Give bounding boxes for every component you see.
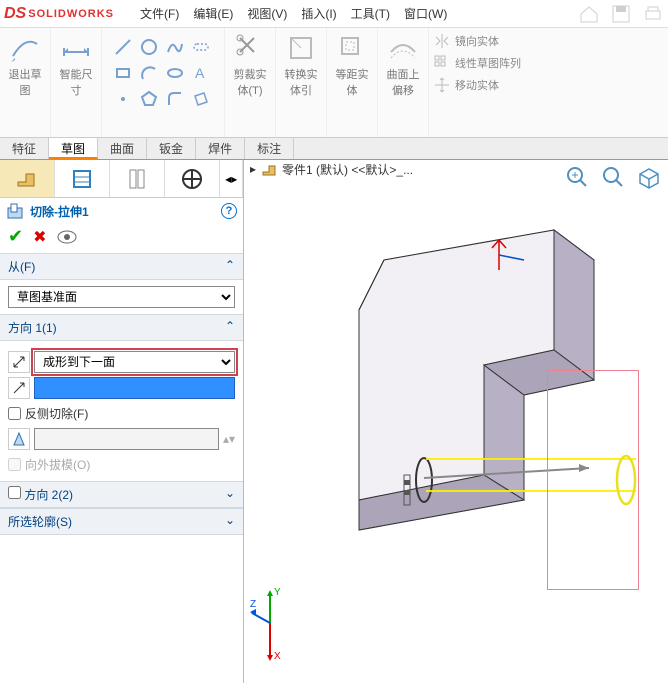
feature-name: 切除-拉伸1 <box>30 203 89 220</box>
from-dropdown[interactable]: 草图基准面 <box>8 286 235 308</box>
exit-sketch-button[interactable]: 退出草图 <box>6 32 44 98</box>
cancel-button[interactable]: ✖ <box>33 227 46 247</box>
draft-angle-field <box>34 428 219 450</box>
offset-button[interactable]: 等距实体 <box>333 32 371 98</box>
flip-cut-label: 反侧切除(F) <box>25 405 88 422</box>
pattern-button[interactable]: 线性草图阵列 <box>433 54 521 72</box>
view-orient-icon[interactable] <box>636 164 662 190</box>
convert-button[interactable]: 转换实体引 <box>282 32 320 98</box>
reverse-direction-icon[interactable] <box>8 351 30 373</box>
document-name: 零件1 (默认) <<默认>_... <box>282 161 413 178</box>
direction1-section-header[interactable]: 方向 1(1)⌃ <box>0 314 243 341</box>
svg-text:X: X <box>274 651 281 662</box>
surface-offset-button[interactable]: 曲面上偏移 <box>384 32 422 98</box>
flip-cut-checkbox[interactable] <box>8 407 21 420</box>
app-logo: DS SOLIDWORKS <box>4 5 114 23</box>
svg-text:A: A <box>195 65 205 81</box>
graphics-viewport[interactable]: ▸ 零件1 (默认) <<默认>_... <box>244 160 668 683</box>
expand-icon: ⌄ <box>225 513 235 530</box>
tab-weldment[interactable]: 焊件 <box>196 138 245 159</box>
draft-icon[interactable] <box>8 428 30 450</box>
circle-tool-icon[interactable] <box>138 36 160 58</box>
config-tab[interactable] <box>110 160 165 197</box>
sketch-tools-grid: A <box>108 32 218 116</box>
menu-tools[interactable]: 工具(T) <box>347 3 394 24</box>
menu-edit[interactable]: 编辑(E) <box>189 3 237 24</box>
expand-icon: ⌄ <box>225 486 235 503</box>
polygon-tool-icon[interactable] <box>138 88 160 110</box>
cut-extrude-icon <box>6 202 24 220</box>
end-condition-dropdown[interactable]: 成形到下一面 <box>34 351 235 373</box>
part-icon <box>260 160 278 178</box>
trim-button[interactable]: 剪裁实体(T) <box>231 32 269 98</box>
svg-text:Z: Z <box>250 599 256 610</box>
text-tool-icon[interactable]: A <box>190 62 212 84</box>
zoom-fit-icon[interactable] <box>564 164 590 190</box>
mirror-button[interactable]: 镜向实体 <box>433 32 521 50</box>
move-button[interactable]: 移动实体 <box>433 76 521 94</box>
menu-file[interactable]: 文件(F) <box>136 3 183 24</box>
draft-outward-label: 向外拔模(O) <box>25 456 90 473</box>
property-tab[interactable] <box>55 160 110 197</box>
expand-arrow-icon[interactable]: ▸ <box>250 162 256 176</box>
panel-more-tab[interactable]: ◂▸ <box>220 160 243 197</box>
zoom-area-icon[interactable] <box>600 164 626 190</box>
annotation-highlight-right <box>547 370 639 590</box>
spinner-icon: ▴▾ <box>223 432 235 446</box>
property-manager: ◂▸ 切除-拉伸1 ? ✔ ✖ 从(F)⌃ 草图基准面 方向 1(1)⌃ <box>0 160 244 683</box>
tab-surface[interactable]: 曲面 <box>98 138 147 159</box>
save-icon[interactable] <box>610 3 632 25</box>
logo-ds: DS <box>4 5 26 23</box>
contours-section-header[interactable]: 所选轮廓(S)⌄ <box>0 508 243 535</box>
home-icon[interactable] <box>578 3 600 25</box>
fillet-tool-icon[interactable] <box>164 88 186 110</box>
collapse-icon: ⌃ <box>225 258 235 275</box>
direction2-checkbox[interactable] <box>8 486 21 499</box>
print-icon[interactable] <box>642 3 664 25</box>
main-menu: 文件(F) 编辑(E) 视图(V) 插入(I) 工具(T) 窗口(W) <box>136 3 451 24</box>
from-section-header[interactable]: 从(F)⌃ <box>0 253 243 280</box>
logo-text: SOLIDWORKS <box>28 8 114 20</box>
arc-tool-icon[interactable] <box>138 62 160 84</box>
direction-vector-icon[interactable] <box>8 377 30 399</box>
feature-tree-tab[interactable] <box>0 160 55 197</box>
menu-window[interactable]: 窗口(W) <box>400 3 451 24</box>
ribbon-toolbar: 退出草图 智能尺寸 A 剪裁实体(T) <box>0 28 668 138</box>
tab-sketch[interactable]: 草图 <box>49 138 98 159</box>
slot-tool-icon[interactable] <box>190 36 212 58</box>
tab-features[interactable]: 特征 <box>0 138 49 159</box>
spline-tool-icon[interactable] <box>164 36 186 58</box>
ellipse-tool-icon[interactable] <box>164 62 186 84</box>
help-icon[interactable]: ? <box>221 203 237 219</box>
menu-view[interactable]: 视图(V) <box>243 3 291 24</box>
line-tool-icon[interactable] <box>112 36 134 58</box>
svg-text:Y: Y <box>274 587 281 598</box>
dimxpert-tab[interactable] <box>165 160 220 197</box>
ok-button[interactable]: ✔ <box>8 226 23 247</box>
command-tabs: 特征 草图 曲面 钣金 焊件 标注 <box>0 138 668 160</box>
direction-field[interactable] <box>34 377 235 399</box>
draft-outward-checkbox <box>8 458 21 471</box>
collapse-icon: ⌃ <box>225 319 235 336</box>
rect-tool-icon[interactable] <box>112 62 134 84</box>
tab-sheetmetal[interactable]: 钣金 <box>147 138 196 159</box>
point-tool-icon[interactable] <box>112 88 134 110</box>
preview-icon[interactable] <box>57 230 77 244</box>
plane-tool-icon[interactable] <box>190 88 212 110</box>
view-triad: X Y Z <box>250 583 310 663</box>
menu-insert[interactable]: 插入(I) <box>297 3 340 24</box>
direction2-section-header[interactable]: 方向 2(2) ⌄ <box>0 481 243 508</box>
tab-annotate[interactable]: 标注 <box>245 138 294 159</box>
smart-dimension-button[interactable]: 智能尺寸 <box>57 32 95 98</box>
flyout-tree[interactable]: ▸ 零件1 (默认) <<默认>_... <box>250 160 413 178</box>
